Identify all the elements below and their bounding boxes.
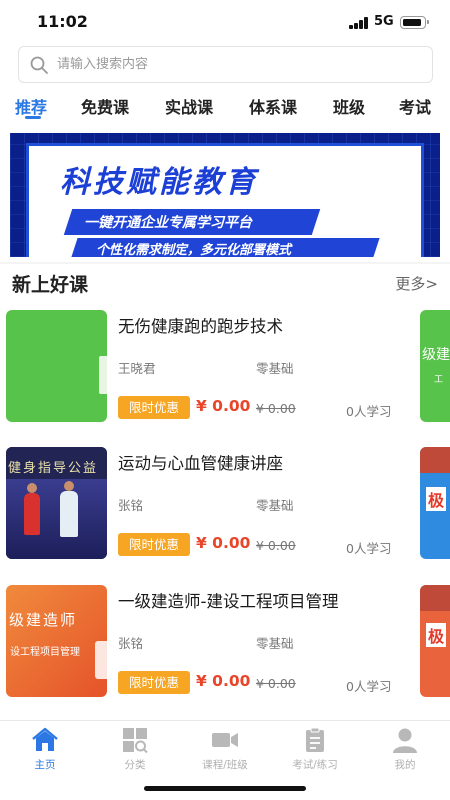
status-time: 11:02 xyxy=(37,12,88,31)
course-card[interactable]: 级建造师 设工程项目管理 一级建造师-建设工程项目管理 张铭 零基础 限时优惠 … xyxy=(0,585,450,700)
peek-subtext: 工 xyxy=(434,375,444,385)
course-title: 运动与心血管健康讲座 xyxy=(118,454,283,473)
thumbnail-subtext: 设工程项目管理 xyxy=(10,647,80,658)
learner-count: 0人学习 xyxy=(346,679,392,694)
search-icon xyxy=(30,56,48,74)
original-price: ¥ 0.00 xyxy=(256,676,296,691)
banner-title: 科技赋能教育 xyxy=(60,165,258,200)
peek-header xyxy=(420,447,450,473)
battery-icon xyxy=(400,16,429,29)
more-link[interactable]: 更多> xyxy=(395,273,438,294)
section-title: 新上好课 xyxy=(12,274,89,296)
nav-exam[interactable]: 考试/练习 xyxy=(270,727,360,779)
course-teacher: 张铭 xyxy=(118,636,144,651)
tab-practical[interactable]: 实战课 xyxy=(165,94,213,118)
peek-text: 级建 xyxy=(422,347,450,363)
person-figure xyxy=(24,493,40,535)
next-course-card[interactable]: 极 xyxy=(420,447,450,559)
nav-label: 课程/班级 xyxy=(202,759,248,771)
promo-badge: 限时优惠 xyxy=(118,396,190,419)
peek-text: 极 xyxy=(426,623,447,647)
course-title: 无伤健康跑的跑步技术 xyxy=(118,317,283,336)
peek-header xyxy=(420,585,450,611)
course-price: ¥ 0.00 xyxy=(196,672,251,690)
search-bar[interactable] xyxy=(18,46,433,83)
course-teacher: 王晓君 xyxy=(118,361,156,376)
status-bar: 11:02 5G xyxy=(0,0,450,44)
course-thumbnail: 健身指导公益 xyxy=(6,447,107,559)
course-level: 零基础 xyxy=(256,498,294,513)
category-tabs: 推荐 免费课 实战课 体系课 班级 考试 xyxy=(0,88,450,128)
home-indicator xyxy=(144,786,306,791)
search-input[interactable] xyxy=(57,47,417,82)
original-price: ¥ 0.00 xyxy=(256,401,296,416)
course-card[interactable]: 无伤健康跑的跑步技术 王晓君 零基础 限时优惠 ¥ 0.00 ¥ 0.00 0人… xyxy=(0,310,450,425)
banner-subtitle-1: 一键开通企业专属学习平台 xyxy=(84,215,252,231)
active-tab-indicator xyxy=(25,116,41,119)
home-icon xyxy=(32,727,58,751)
learner-count: 0人学习 xyxy=(346,541,392,556)
video-icon xyxy=(212,733,238,747)
tab-exam[interactable]: 考试 xyxy=(399,94,431,118)
original-price: ¥ 0.00 xyxy=(256,538,296,553)
course-level: 零基础 xyxy=(256,636,294,651)
nav-courses[interactable]: 课程/班级 xyxy=(180,727,270,779)
promo-banner[interactable]: 科技赋能教育 一键开通企业专属学习平台 个性化需求制定，多元化部署模式 xyxy=(10,133,440,257)
thumbnail-handle xyxy=(99,356,107,394)
thumbnail-stage xyxy=(6,479,107,559)
section-divider xyxy=(0,262,450,264)
person-figure xyxy=(60,491,78,537)
profile-icon xyxy=(393,728,417,753)
course-level: 零基础 xyxy=(256,361,294,376)
nav-home[interactable]: 主页 xyxy=(0,727,90,779)
peek-text: 极 xyxy=(426,487,447,511)
course-title: 一级建造师-建设工程项目管理 xyxy=(118,592,339,611)
learner-count: 0人学习 xyxy=(346,404,392,419)
category-icon xyxy=(123,728,148,753)
signal-icon xyxy=(349,17,369,29)
next-course-card[interactable]: 级建 工 xyxy=(420,310,450,422)
banner-subtitle-2: 个性化需求制定，多元化部署模式 xyxy=(96,243,292,257)
nav-category[interactable]: 分类 xyxy=(90,727,180,779)
promo-badge: 限时优惠 xyxy=(118,533,190,556)
thumbnail-text: 级建造师 xyxy=(9,611,78,629)
nav-label: 分类 xyxy=(124,759,146,771)
tab-recommend[interactable]: 推荐 xyxy=(15,94,47,118)
course-card[interactable]: 健身指导公益 运动与心血管健康讲座 张铭 零基础 限时优惠 ¥ 0.00 ¥ 0… xyxy=(0,447,450,562)
next-course-card[interactable]: 极 xyxy=(420,585,450,697)
course-teacher: 张铭 xyxy=(118,498,144,513)
nav-label: 我的 xyxy=(394,759,416,771)
thumbnail-handle xyxy=(95,641,107,679)
course-thumbnail xyxy=(6,310,107,422)
thumbnail-text: 健身指导公益 xyxy=(8,461,99,476)
tab-class[interactable]: 班级 xyxy=(333,94,365,118)
nav-profile[interactable]: 我的 xyxy=(360,727,450,779)
exam-icon xyxy=(306,727,324,752)
person-head xyxy=(27,483,37,493)
tab-system[interactable]: 体系课 xyxy=(249,94,297,118)
tab-free[interactable]: 免费课 xyxy=(81,94,129,118)
promo-badge: 限时优惠 xyxy=(118,671,190,694)
network-label: 5G xyxy=(374,14,394,29)
course-price: ¥ 0.00 xyxy=(196,534,251,552)
nav-label: 主页 xyxy=(34,759,56,771)
course-price: ¥ 0.00 xyxy=(196,397,251,415)
nav-label: 考试/练习 xyxy=(292,759,338,771)
person-head xyxy=(64,481,74,491)
course-thumbnail: 级建造师 设工程项目管理 xyxy=(6,585,107,697)
